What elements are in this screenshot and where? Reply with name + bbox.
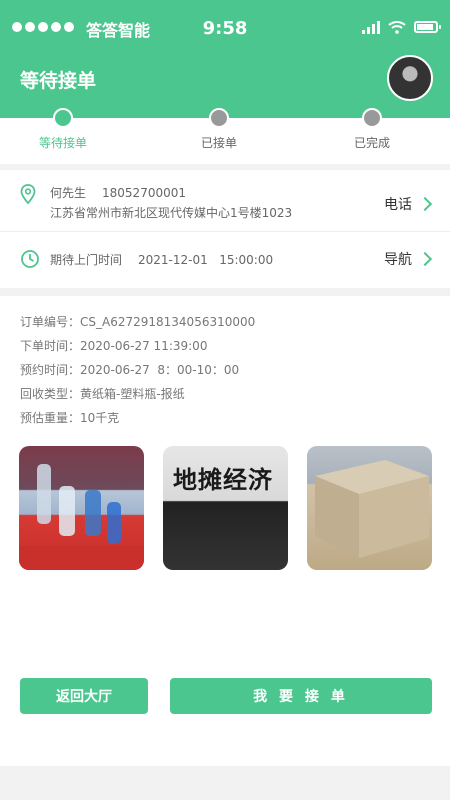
navigate-label: 导航 [384,252,412,268]
step-waiting: 等待接单 [13,108,113,151]
call-button[interactable]: 电话 [384,194,433,214]
step-label: 已完成 [353,136,390,150]
photo-cardboard-box[interactable] [307,446,432,570]
contact-address: 江苏省常州市新北区现代传媒中心1号楼1023 [50,206,293,220]
battery-icon [414,21,441,33]
visit-label: 期待上门时间 [50,253,123,267]
photo-newspaper[interactable]: 地摊经济 [163,446,288,570]
step-dot-icon [209,108,229,128]
accept-order-button[interactable]: 我 要 接 单 [170,678,432,714]
order-details: 订单编号：CS_A6272918134056310000 下单时间：2020-0… [0,296,450,766]
clock-icon [21,250,39,268]
customer-info-card: 何先生 18052700001 江苏省常州市新北区现代传媒中心1号楼1023 电话… [0,170,450,288]
newspaper-headline: 地摊经济 [173,465,273,494]
step-completed: 已完成 [322,108,422,151]
cellular-signal-icon [362,20,380,34]
status-bar: 答答智能 9:58 [0,0,450,58]
location-pin-icon [20,184,36,204]
step-accepted: 已接单 [169,108,269,151]
wifi-icon [388,21,406,34]
step-dot-icon [362,108,382,128]
avatar[interactable] [387,55,433,101]
visit-datetime: 2021-12-01 15:00:00 [138,253,274,267]
order-number: 订单编号：CS_A6272918134056310000 [20,315,256,329]
call-label: 电话 [384,197,412,213]
contact-name: 何先生 [50,186,87,200]
progress-steps: 等待接单 已接单 已完成 [0,108,450,164]
step-dot-icon [53,108,73,128]
page-title: 等待接单 [20,70,97,92]
order-recycle-types: 回收类型：黄纸箱-塑料瓶-报纸 [20,387,185,401]
step-label: 已接单 [200,136,237,150]
order-estimated-weight: 预估重量：10千克 [20,411,120,425]
contact-row: 何先生 18052700001 江苏省常州市新北区现代传媒中心1号楼1023 电话 [0,170,450,232]
navigate-button[interactable]: 导航 [384,249,433,269]
item-photos: 地摊经济 [19,446,432,570]
contact-phone: 18052700001 [102,186,186,200]
chevron-right-icon [417,196,433,212]
chevron-right-icon [417,251,433,267]
back-to-hall-button[interactable]: 返回大厅 [20,678,148,714]
order-appointment-time: 预约时间：2020-06-27 8：00-10：00 [20,363,240,377]
step-label: 等待接单 [38,136,87,150]
order-placed-time: 下单时间：2020-06-27 11:39:00 [20,339,208,353]
visit-time-row: 期待上门时间 2021-12-01 15:00:00 导航 [0,232,450,288]
photo-plastic-bottles[interactable] [19,446,144,570]
